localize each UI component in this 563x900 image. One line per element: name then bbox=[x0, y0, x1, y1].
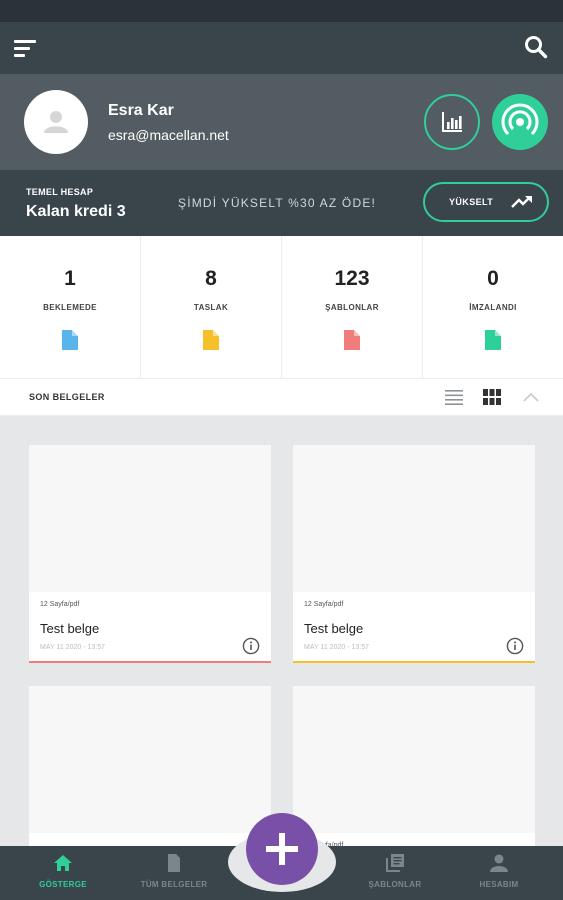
stat-count: 123 bbox=[334, 267, 370, 290]
user-name: Esra Kar bbox=[108, 102, 174, 119]
user-email: esra@macellan.net bbox=[108, 127, 229, 143]
stat-count: 0 bbox=[487, 267, 499, 290]
search-icon[interactable] bbox=[523, 34, 549, 60]
nav-account[interactable]: HESABIM bbox=[444, 846, 554, 900]
menu-icon[interactable] bbox=[14, 37, 40, 59]
chevron-up-icon[interactable] bbox=[522, 391, 540, 403]
nav-label: GÖSTERGE bbox=[39, 880, 87, 889]
plus-icon bbox=[266, 833, 298, 865]
document-thumbnail bbox=[29, 686, 271, 833]
status-indicator bbox=[293, 661, 535, 663]
document-thumbnail bbox=[293, 686, 535, 833]
home-icon bbox=[54, 855, 72, 871]
statistics-button[interactable] bbox=[424, 94, 480, 150]
document-icon bbox=[344, 330, 360, 350]
status-bar bbox=[0, 0, 563, 22]
broadcast-icon bbox=[501, 103, 539, 136]
profile-header: Esra Kar esra@macellan.net bbox=[0, 74, 563, 170]
document-icon bbox=[203, 330, 219, 350]
document-title: Test belge bbox=[40, 621, 100, 636]
stat-count: 1 bbox=[64, 267, 76, 290]
list-view-icon[interactable] bbox=[445, 389, 463, 405]
recent-documents-header: SON BELGELER bbox=[0, 378, 563, 416]
user-placeholder-icon bbox=[44, 111, 68, 133]
trending-up-icon bbox=[511, 196, 532, 208]
stat-label: ŞABLONLAR bbox=[325, 303, 379, 312]
stat-pending[interactable]: 1 BEKLEMEDE bbox=[0, 236, 141, 378]
document-title: Test belge bbox=[304, 621, 364, 636]
info-icon[interactable] bbox=[242, 637, 260, 655]
avatar[interactable] bbox=[24, 90, 88, 154]
document-date: MAY 11 2020 - 13:57 bbox=[304, 644, 369, 651]
broadcast-button[interactable] bbox=[492, 94, 548, 150]
nav-templates[interactable]: ŞABLONLAR bbox=[340, 846, 450, 900]
stat-draft[interactable]: 8 TASLAK bbox=[141, 236, 282, 378]
plan-banner: TEMEL HESAP Kalan kredi 3 ŞİMDİ YÜKSELT … bbox=[0, 170, 563, 236]
document-thumbnail bbox=[293, 445, 535, 592]
document-card[interactable]: 12 Sayfa/pdf bbox=[293, 686, 535, 849]
upgrade-button-label: YÜKSELT bbox=[449, 197, 494, 207]
grid-view-icon[interactable] bbox=[483, 389, 501, 405]
document-thumbnail bbox=[29, 445, 271, 592]
stat-label: BEKLEMEDE bbox=[43, 303, 97, 312]
bar-chart-icon bbox=[442, 112, 462, 132]
plan-label: TEMEL HESAP bbox=[26, 187, 94, 197]
app-bar bbox=[0, 22, 563, 74]
upgrade-button[interactable]: YÜKSELT bbox=[423, 182, 549, 222]
upgrade-promo-text: ŞİMDİ YÜKSELT %30 AZ ÖDE! bbox=[178, 196, 377, 210]
document-card[interactable]: 12 Sayfa/pdf Test belge MAY 11 2020 - 13… bbox=[293, 445, 535, 663]
document-card[interactable] bbox=[29, 686, 271, 846]
nav-label: HESABIM bbox=[479, 880, 519, 889]
stat-templates[interactable]: 123 ŞABLONLAR bbox=[282, 236, 423, 378]
status-indicator bbox=[29, 661, 271, 663]
nav-dashboard[interactable]: GÖSTERGE bbox=[8, 846, 118, 900]
section-title: SON BELGELER bbox=[29, 392, 105, 402]
document-date: MAY 11 2020 - 13:57 bbox=[40, 644, 105, 651]
document-icon bbox=[168, 854, 180, 872]
document-card[interactable]: 12 Sayfa/pdf Test belge MAY 11 2020 - 13… bbox=[29, 445, 271, 663]
remaining-credit: Kalan kredi 3 bbox=[26, 203, 126, 220]
document-icon bbox=[485, 330, 501, 350]
stat-label: TASLAK bbox=[193, 303, 229, 312]
stat-label: İMZALANDI bbox=[469, 303, 517, 312]
document-stats: 1 BEKLEMEDE 8 TASLAK 123 ŞABLONLAR 0 İMZ… bbox=[0, 236, 563, 378]
document-meta: 12 Sayfa/pdf bbox=[304, 601, 344, 608]
stat-signed[interactable]: 0 İMZALANDI bbox=[423, 236, 563, 378]
nav-all-documents[interactable]: TÜM BELGELER bbox=[119, 846, 229, 900]
info-icon[interactable] bbox=[506, 637, 524, 655]
account-icon bbox=[490, 854, 508, 872]
templates-icon bbox=[386, 854, 404, 872]
document-icon bbox=[62, 330, 78, 350]
nav-label: ŞABLONLAR bbox=[368, 880, 422, 889]
add-document-button[interactable] bbox=[246, 813, 318, 885]
document-meta: 12 Sayfa/pdf bbox=[40, 601, 80, 608]
stat-count: 8 bbox=[205, 267, 217, 290]
nav-label: TÜM BELGELER bbox=[140, 880, 208, 889]
